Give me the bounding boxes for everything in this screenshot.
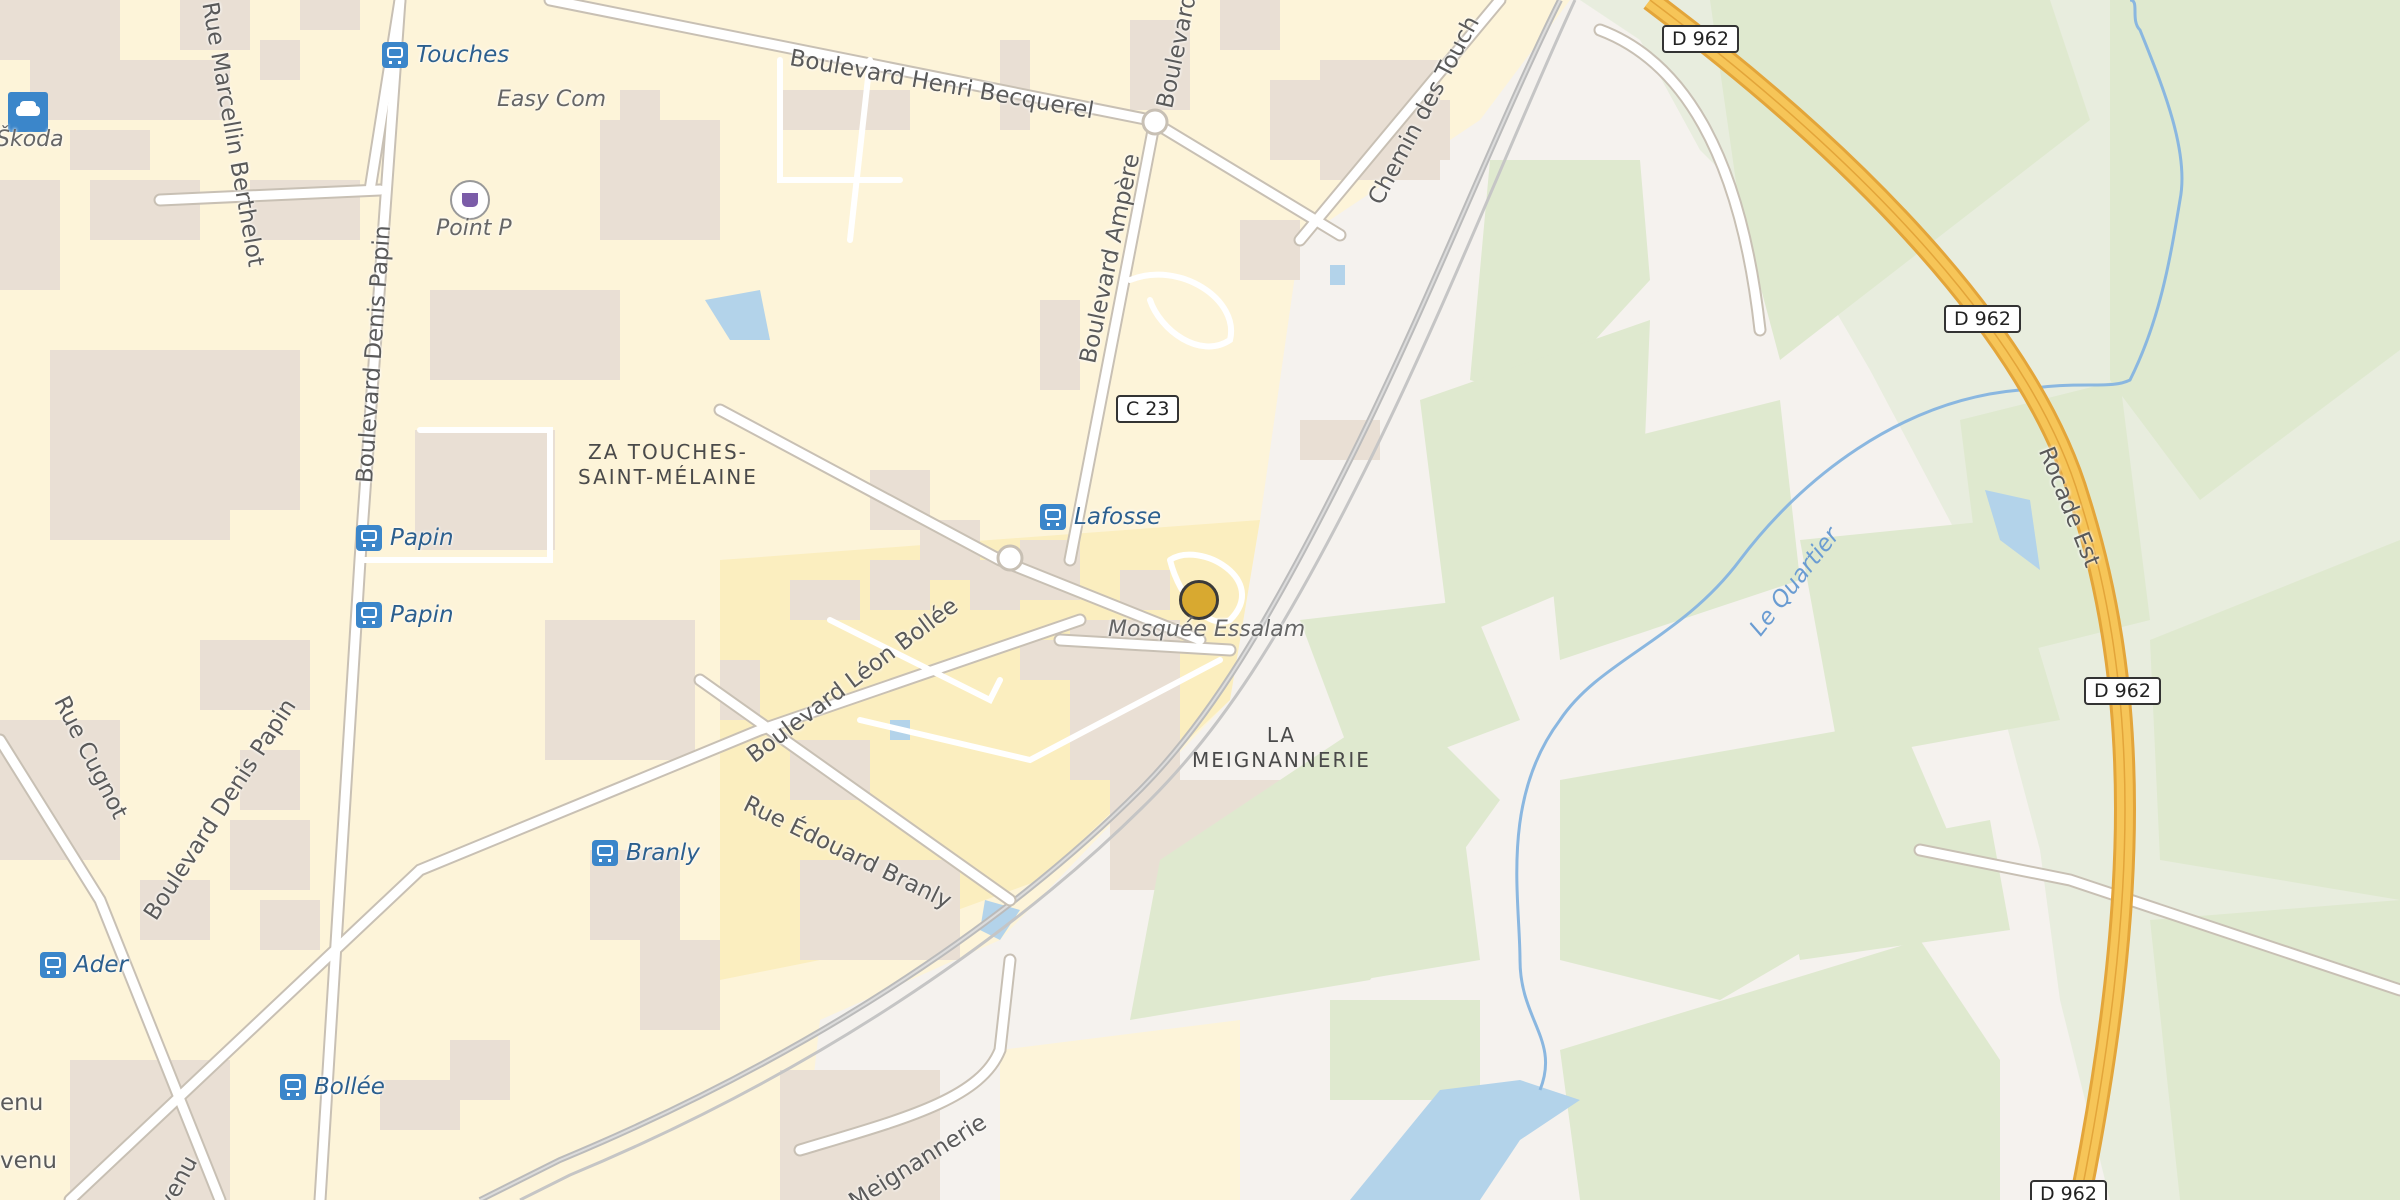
- poi-label-mosquee[interactable]: Mosquée Essalam: [1108, 617, 1305, 642]
- poi-label-skoda[interactable]: Škoda: [0, 127, 64, 152]
- pond-5: [1330, 265, 1345, 285]
- bus-stop-touches[interactable]: Touches: [382, 42, 509, 68]
- bus-stop-papin-2[interactable]: Papin: [356, 602, 454, 628]
- bus-stop-label: Papin: [390, 602, 454, 628]
- place-label-za-touches: ZA TOUCHES- SAINT-MÉLAINE: [578, 440, 758, 489]
- bus-stop-label: Papin: [390, 525, 454, 551]
- bus-stop-label: Branly: [626, 840, 700, 866]
- place-label-meignannerie: LA MEIGNANNERIE: [1192, 723, 1371, 772]
- bus-stop-label: Lafosse: [1074, 504, 1162, 530]
- bus-stop-icon: [382, 42, 408, 68]
- location-marker[interactable]: [1179, 580, 1219, 620]
- bus-stop-label: Touches: [416, 42, 510, 68]
- bus-stop-bollee[interactable]: Bollée: [280, 1074, 385, 1100]
- bus-stop-icon: [40, 952, 66, 978]
- poi-label-point-p[interactable]: Point P: [436, 216, 512, 241]
- bus-stop-branly[interactable]: Branly: [592, 840, 700, 866]
- poi-label-easy-com[interactable]: Easy Com: [497, 87, 606, 112]
- road-shield-d962: D 962: [2084, 677, 2161, 705]
- shopping-bag-icon[interactable]: [450, 180, 490, 220]
- road-shield-d962: D 962: [1662, 25, 1739, 53]
- street-label-venu-2: venu: [0, 1148, 57, 1174]
- road-shield-c23: C 23: [1116, 395, 1180, 423]
- road-shield-d962: D 962: [1944, 305, 2021, 333]
- bus-stop-icon: [592, 840, 618, 866]
- bus-stop-label: Bollée: [314, 1074, 385, 1100]
- bus-stop-ader[interactable]: Ader: [40, 952, 128, 978]
- street-label-venu-1: enu: [0, 1090, 44, 1116]
- bus-stop-lafosse[interactable]: Lafosse: [1040, 504, 1161, 530]
- car-icon[interactable]: [8, 92, 48, 132]
- bus-stop-label: Ader: [74, 952, 128, 978]
- bus-stop-icon: [280, 1074, 306, 1100]
- road-shield-d962: D 962: [2030, 1180, 2107, 1200]
- bus-stop-icon: [356, 525, 382, 551]
- map-viewport[interactable]: Boulevard Henri Becquerel Rue Marcellin …: [0, 0, 2400, 1200]
- bus-stop-papin-1[interactable]: Papin: [356, 525, 454, 551]
- bus-stop-icon: [1040, 504, 1066, 530]
- bus-stop-icon: [356, 602, 382, 628]
